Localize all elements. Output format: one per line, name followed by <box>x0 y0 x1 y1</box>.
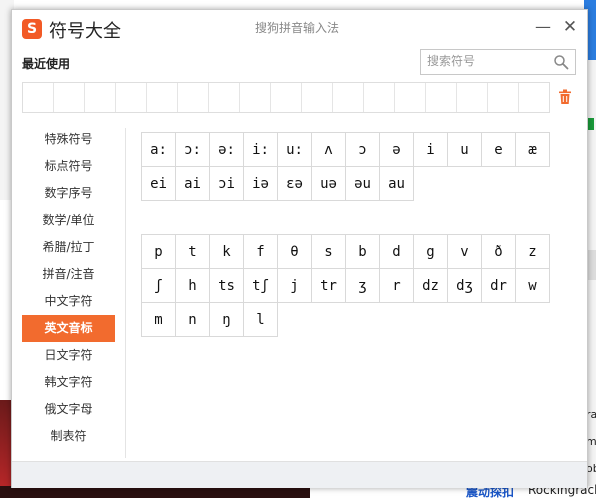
sidebar-item-category[interactable]: 数字序号 <box>22 180 115 207</box>
category-sidebar: 特殊符号 标点符号 数字序号 数学/单位 希腊/拉丁 拼音/注音 中文字符 英文音标 日文字符韩… <box>22 126 115 450</box>
sidebar-item-category[interactable]: 数学/单位 <box>22 207 115 234</box>
symbol-cell[interactable]: u: <box>278 133 312 167</box>
symbol-cell[interactable]: i: <box>244 133 278 167</box>
recent-symbol-slot[interactable] <box>519 83 549 112</box>
symbol-cell[interactable]: f <box>244 235 278 269</box>
recent-symbol-slot[interactable] <box>54 83 85 112</box>
trash-icon[interactable] <box>558 89 572 105</box>
symbol-cell[interactable]: ɔ <box>346 133 380 167</box>
symbol-cell[interactable]: ʌ <box>312 133 346 167</box>
symbol-cell[interactable]: dr <box>482 269 516 303</box>
search-input[interactable] <box>421 50 547 72</box>
sidebar-item-category[interactable]: 英文音标 <box>22 315 115 342</box>
symbol-cell[interactable]: dz <box>414 269 448 303</box>
footer-bar <box>12 461 587 488</box>
symbol-window: S 符号大全 搜狗拼音输入法 — ✕ 最近使用 特殊符号标点符号数字序号数学/单… <box>11 9 588 488</box>
symbol-cell[interactable]: v <box>448 235 482 269</box>
symbol-cell[interactable]: tr <box>312 269 346 303</box>
recent-symbol-slot[interactable] <box>23 83 54 112</box>
sidebar-item-category[interactable]: 俄文字母 <box>22 396 115 423</box>
sidebar-item-category[interactable]: 中文字符 <box>22 288 115 315</box>
symbol-cell[interactable]: iə <box>244 167 278 201</box>
symbol-cell[interactable]: n <box>176 303 210 337</box>
symbol-cell[interactable]: t <box>176 235 210 269</box>
search-box[interactable] <box>420 49 576 75</box>
symbol-cell[interactable]: d <box>380 235 414 269</box>
symbol-cell[interactable]: əu <box>346 167 380 201</box>
symbol-cell[interactable]: æ <box>516 133 550 167</box>
sidebar-item-category[interactable]: 标点符号 <box>22 153 115 180</box>
sidebar-item-category[interactable]: 日文字符 <box>22 342 115 369</box>
symbol-cell[interactable]: ɔi <box>210 167 244 201</box>
sidebar-item-category[interactable]: 特殊符号 <box>22 126 115 153</box>
symbol-cell[interactable]: m <box>142 303 176 337</box>
symbol-cell[interactable]: ʃ <box>142 269 176 303</box>
symbol-cell[interactable]: p <box>142 235 176 269</box>
recent-symbol-slot[interactable] <box>457 83 488 112</box>
symbol-cell[interactable]: ə: <box>210 133 244 167</box>
recent-symbol-slot[interactable] <box>302 83 333 112</box>
consonant-symbol-grid: p t k f θ s b d g v ð z ʃ h ts tʃ j tr ʒ r dz dʒ dr w m n ŋ l <box>141 234 550 337</box>
recent-symbol-slot[interactable] <box>488 83 519 112</box>
recent-symbol-slot[interactable] <box>85 83 116 112</box>
symbol-cell[interactable]: ɔ: <box>176 133 210 167</box>
symbol-cell[interactable]: z <box>516 235 550 269</box>
vowel-symbol-grid: a: ɔ: ə: i: u: ʌ ɔ ə i u e æ ei ai ɔi iə ɛə uə əu au <box>141 132 550 201</box>
symbol-cell[interactable]: l <box>244 303 278 337</box>
symbol-cell[interactable]: ʒ <box>346 269 380 303</box>
symbol-cell[interactable]: au <box>380 167 414 201</box>
window-title: 符号大全 <box>49 21 121 42</box>
symbol-cell[interactable]: u <box>448 133 482 167</box>
symbol-cell[interactable]: j <box>278 269 312 303</box>
symbol-cell[interactable]: k <box>210 235 244 269</box>
ime-name: 搜狗拼音输入法 <box>255 21 340 35</box>
recent-symbol-slot[interactable] <box>209 83 240 112</box>
symbol-cell[interactable]: w <box>516 269 550 303</box>
symbol-cell[interactable]: b <box>346 235 380 269</box>
recent-label: 最近使用 <box>22 57 71 71</box>
symbol-cell[interactable]: θ <box>278 235 312 269</box>
symbol-cell[interactable]: ð <box>482 235 516 269</box>
sidebar-item-category[interactable]: 制表符 <box>22 423 115 450</box>
symbol-cell[interactable]: ts <box>210 269 244 303</box>
symbol-cell[interactable]: ai <box>176 167 210 201</box>
recent-symbol-slot[interactable] <box>178 83 209 112</box>
titlebar[interactable]: S 符号大全 搜狗拼音输入法 — ✕ <box>12 10 587 46</box>
recent-symbol-slot[interactable] <box>395 83 426 112</box>
close-button[interactable]: ✕ <box>559 16 581 38</box>
sogou-logo-icon: S <box>22 19 42 39</box>
symbol-cell[interactable]: g <box>414 235 448 269</box>
symbol-cell[interactable]: i <box>414 133 448 167</box>
recent-symbol-slot[interactable] <box>364 83 395 112</box>
recent-symbol-slot[interactable] <box>147 83 178 112</box>
symbol-cell[interactable]: tʃ <box>244 269 278 303</box>
symbol-cell[interactable]: r <box>380 269 414 303</box>
symbol-cell[interactable]: ei <box>142 167 176 201</box>
symbol-cell[interactable]: uə <box>312 167 346 201</box>
recent-symbol-slot[interactable] <box>116 83 147 112</box>
sidebar-item-category[interactable]: 韩文字符 <box>22 369 115 396</box>
recent-symbols-grid <box>22 82 550 113</box>
sidebar-divider <box>125 128 126 458</box>
recent-symbol-slot[interactable] <box>426 83 457 112</box>
symbol-cell[interactable]: e <box>482 133 516 167</box>
sidebar-item-category[interactable]: 希腊/拉丁 <box>22 234 115 261</box>
sidebar-item-category[interactable]: 拼音/注音 <box>22 261 115 288</box>
recent-symbol-slot[interactable] <box>240 83 271 112</box>
search-icon[interactable] <box>553 54 569 70</box>
symbol-cell[interactable]: s <box>312 235 346 269</box>
minimize-button[interactable]: — <box>532 16 554 38</box>
symbol-cell[interactable]: ə <box>380 133 414 167</box>
recent-symbol-slot[interactable] <box>333 83 364 112</box>
recent-symbol-slot[interactable] <box>271 83 302 112</box>
symbol-cell[interactable]: a: <box>142 133 176 167</box>
symbol-cell[interactable]: ŋ <box>210 303 244 337</box>
symbol-cell[interactable]: h <box>176 269 210 303</box>
symbol-cell[interactable]: dʒ <box>448 269 482 303</box>
symbol-cell[interactable]: ɛə <box>278 167 312 201</box>
